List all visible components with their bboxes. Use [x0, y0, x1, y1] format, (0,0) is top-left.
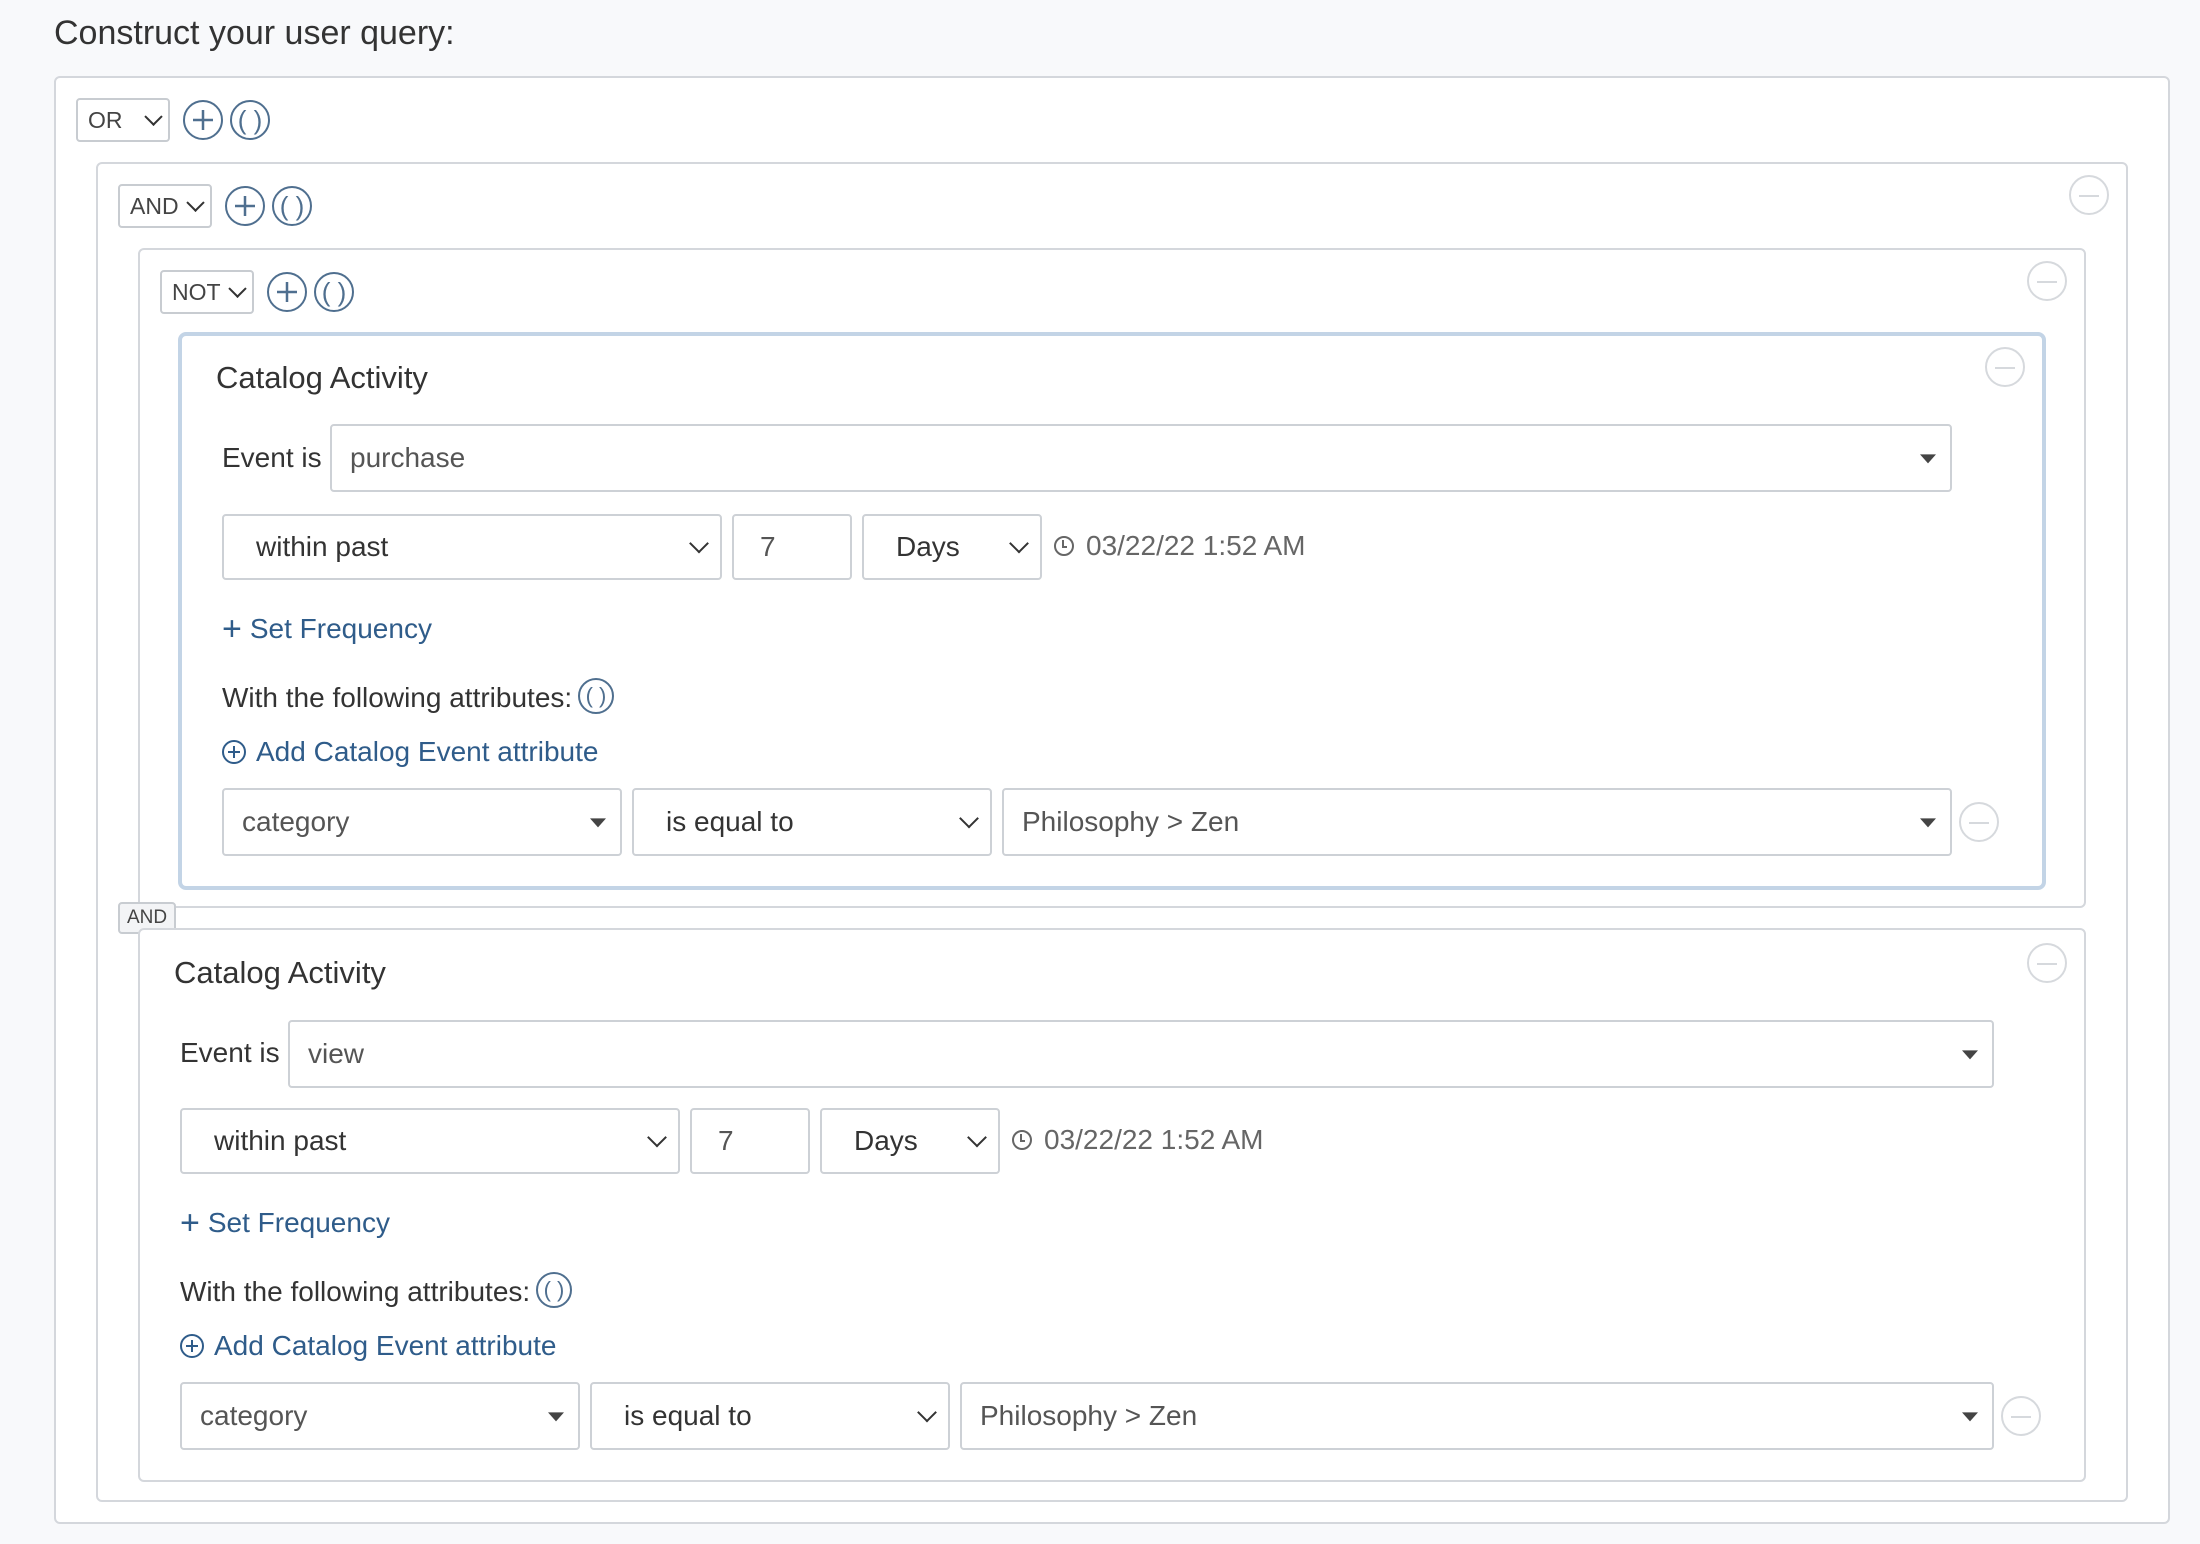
event-select[interactable]: view: [288, 1020, 1994, 1088]
attribute-value-select[interactable]: Philosophy > Zen: [960, 1382, 1994, 1450]
set-frequency-link[interactable]: + Set Frequency: [222, 612, 432, 646]
plus-circle-icon: [222, 740, 246, 764]
plus-icon: +: [180, 1204, 200, 1242]
page-title: Construct your user query:: [54, 14, 455, 52]
attribute-group-parentheses-icon[interactable]: ( ): [578, 678, 614, 714]
attribute-group-parentheses-icon[interactable]: ( ): [536, 1272, 572, 1308]
set-frequency-link[interactable]: + Set Frequency: [180, 1206, 390, 1240]
add-attribute-label: Add Catalog Event attribute: [256, 736, 599, 767]
attribute-operator-select[interactable]: is equal to: [590, 1382, 950, 1450]
remove-card-icon[interactable]: [1985, 347, 2025, 387]
root-operator-select[interactable]: OR: [76, 98, 170, 142]
event-value: purchase: [350, 442, 466, 473]
time-mode-select[interactable]: within past: [180, 1108, 680, 1174]
add-condition-icon[interactable]: [183, 100, 223, 140]
chevron-down-icon: [917, 1402, 937, 1423]
time-mode-value: within past: [256, 531, 389, 562]
attribute-operator-value: is equal to: [666, 806, 794, 837]
chevron-down-icon: [647, 1127, 667, 1148]
add-group-parentheses-icon[interactable]: ( ): [230, 100, 270, 140]
time-mode-select[interactable]: within past: [222, 514, 722, 580]
date-readout: 03/22/22 1:52 AM: [1012, 1124, 1264, 1156]
attribute-name-value: category: [200, 1400, 308, 1431]
chevron-down-icon: [1009, 533, 1029, 554]
attribute-name-select[interactable]: category: [180, 1382, 580, 1450]
time-value-input[interactable]: 7: [732, 514, 852, 580]
chevron-down-icon: [144, 107, 163, 126]
remove-attribute-icon[interactable]: [1959, 802, 1999, 842]
attribute-value: Philosophy > Zen: [980, 1400, 1198, 1431]
date-value: 03/22/22 1:52 AM: [1044, 1124, 1264, 1155]
add-condition-icon[interactable]: [267, 272, 307, 312]
group-and-operator-select[interactable]: AND: [118, 184, 212, 228]
add-condition-icon[interactable]: [225, 186, 265, 226]
clock-icon: [1012, 1130, 1032, 1150]
chevron-down-icon: [689, 533, 709, 554]
set-frequency-label: Set Frequency: [207, 1207, 390, 1238]
time-value: 7: [718, 1125, 734, 1156]
add-group-parentheses-icon[interactable]: ( ): [272, 186, 312, 226]
date-readout: 03/22/22 1:52 AM: [1054, 530, 1306, 562]
card-title: Catalog Activity: [174, 955, 386, 990]
add-attribute-link[interactable]: Add Catalog Event attribute: [222, 736, 598, 768]
add-group-parentheses-icon[interactable]: ( ): [314, 272, 354, 312]
root-operator-label: OR: [88, 106, 123, 133]
group-not-operator-select[interactable]: NOT: [160, 270, 254, 314]
attribute-operator-value: is equal to: [624, 1400, 752, 1431]
chevron-down-icon: [959, 808, 979, 829]
attribute-name-value: category: [242, 806, 350, 837]
card-title: Catalog Activity: [216, 360, 428, 395]
attribute-name-select[interactable]: category: [222, 788, 622, 856]
caret-down-icon: [1920, 818, 1936, 828]
time-value-input[interactable]: 7: [690, 1108, 810, 1174]
event-value: view: [308, 1038, 365, 1069]
clock-icon: [1054, 536, 1074, 556]
chevron-down-icon: [228, 279, 247, 298]
group-and-operator-label: AND: [130, 192, 179, 219]
add-attribute-link[interactable]: Add Catalog Event attribute: [180, 1330, 556, 1362]
plus-circle-icon: [180, 1334, 204, 1358]
caret-down-icon: [1920, 454, 1936, 464]
caret-down-icon: [590, 818, 606, 828]
remove-card-icon[interactable]: [2027, 943, 2067, 983]
chevron-down-icon: [967, 1127, 987, 1148]
attribute-operator-select[interactable]: is equal to: [632, 788, 992, 856]
plus-icon: +: [222, 610, 242, 648]
time-value: 7: [760, 531, 776, 562]
date-value: 03/22/22 1:52 AM: [1086, 530, 1306, 561]
time-unit-select[interactable]: Days: [820, 1108, 1000, 1174]
caret-down-icon: [548, 1412, 564, 1422]
remove-attribute-icon[interactable]: [2001, 1396, 2041, 1436]
attributes-label: With the following attributes:: [222, 682, 573, 713]
caret-down-icon: [1962, 1050, 1978, 1060]
time-mode-value: within past: [214, 1125, 347, 1156]
set-frequency-label: Set Frequency: [249, 613, 432, 644]
chevron-down-icon: [186, 193, 205, 212]
attribute-value-select[interactable]: Philosophy > Zen: [1002, 788, 1952, 856]
event-select[interactable]: purchase: [330, 424, 1952, 492]
attributes-label: With the following attributes:: [180, 1276, 531, 1307]
time-unit-value: Days: [896, 531, 960, 562]
caret-down-icon: [1962, 1412, 1978, 1422]
event-label: Event is: [222, 442, 322, 473]
group-not-operator-label: NOT: [172, 278, 221, 305]
time-unit-select[interactable]: Days: [862, 514, 1042, 580]
add-attribute-label: Add Catalog Event attribute: [214, 1330, 557, 1361]
time-unit-value: Days: [854, 1125, 918, 1156]
attribute-value: Philosophy > Zen: [1022, 806, 1240, 837]
remove-group-icon[interactable]: [2027, 261, 2067, 301]
event-label: Event is: [180, 1037, 280, 1068]
remove-group-icon[interactable]: [2069, 175, 2109, 215]
